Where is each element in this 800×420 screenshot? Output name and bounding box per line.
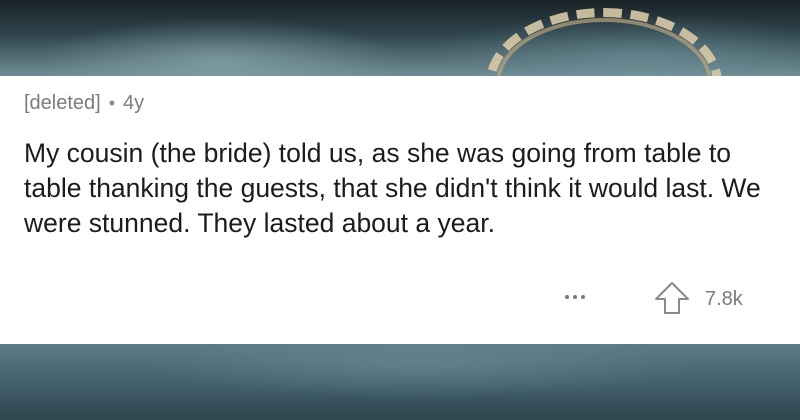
comment-card: [deleted] • 4y My cousin (the bride) tol… bbox=[0, 76, 800, 344]
more-options-button[interactable] bbox=[555, 282, 595, 312]
upvote-button[interactable] bbox=[652, 280, 692, 316]
comment-meta: [deleted] • 4y bbox=[24, 92, 144, 115]
vote-score: 7.8k bbox=[705, 288, 743, 310]
background-photo-top bbox=[0, 0, 800, 76]
meta-separator: • bbox=[108, 93, 116, 113]
upvote-arrow-icon bbox=[655, 282, 689, 314]
ellipsis-icon-dot bbox=[573, 295, 577, 299]
ellipsis-icon-dot bbox=[581, 295, 585, 299]
comment-body: My cousin (the bride) told us, as she wa… bbox=[24, 138, 761, 238]
background-photo-bottom bbox=[0, 344, 800, 420]
comment-age: 4y bbox=[123, 92, 145, 114]
ellipsis-icon-dot bbox=[565, 295, 569, 299]
comment-author[interactable]: [deleted] bbox=[24, 92, 101, 115]
comment-actions: 7.8k bbox=[0, 280, 800, 320]
